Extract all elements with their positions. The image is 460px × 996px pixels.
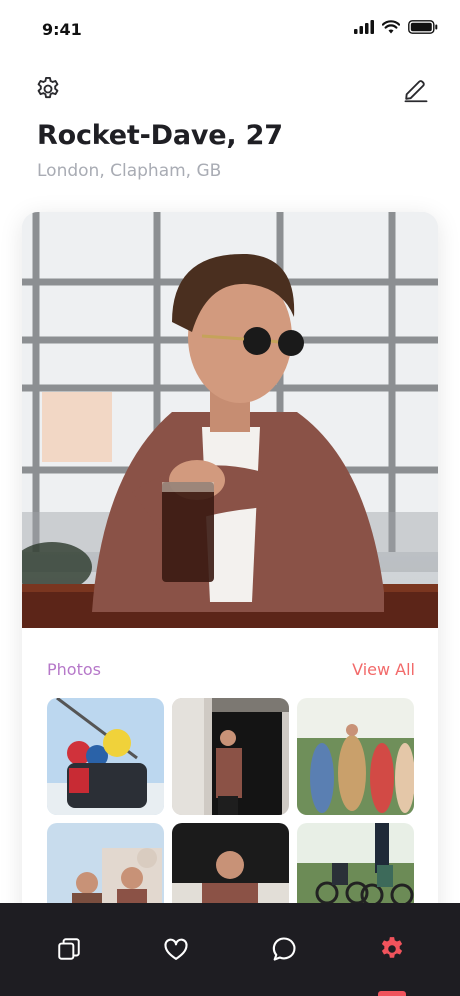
status-icons (354, 20, 438, 34)
profile-location: London, Clapham, GB (37, 161, 222, 181)
status-bar: 9:41 (0, 0, 460, 60)
heart-icon (164, 938, 188, 960)
wifi-icon (382, 20, 400, 34)
hero-illustration (22, 212, 438, 628)
tab-chat[interactable] (266, 931, 302, 967)
tab-cards[interactable] (51, 931, 87, 967)
photo-thumbnail[interactable] (172, 698, 289, 815)
profile-card: Photos View All (22, 212, 438, 932)
photos-section-title: Photos (47, 660, 101, 679)
gear-icon (381, 937, 403, 958)
tab-likes[interactable] (158, 931, 194, 967)
photo-thumbnail[interactable] (297, 698, 414, 815)
edit-profile-button[interactable] (401, 74, 431, 104)
photos-section-header: Photos View All (47, 660, 415, 684)
battery-icon (408, 20, 438, 34)
photo-thumbnail[interactable] (47, 698, 164, 815)
tab-bar (0, 903, 460, 996)
status-time: 9:41 (42, 20, 82, 39)
settings-button[interactable] (33, 74, 63, 104)
profile-hero-photo[interactable] (22, 212, 438, 628)
view-all-photos-link[interactable]: View All (352, 660, 415, 679)
tab-settings[interactable] (374, 931, 410, 967)
pencil-icon (404, 80, 428, 103)
profile-name: Rocket-Dave, 27 (37, 120, 283, 151)
cards-icon (58, 938, 80, 960)
signal-icon (354, 20, 374, 34)
chat-bubble-icon (272, 937, 296, 961)
profile-screen: 9:41 Rocket-Dave, 27 London, Clapham, GB… (0, 0, 460, 996)
active-tab-indicator (378, 991, 406, 996)
gear-icon (37, 76, 59, 99)
